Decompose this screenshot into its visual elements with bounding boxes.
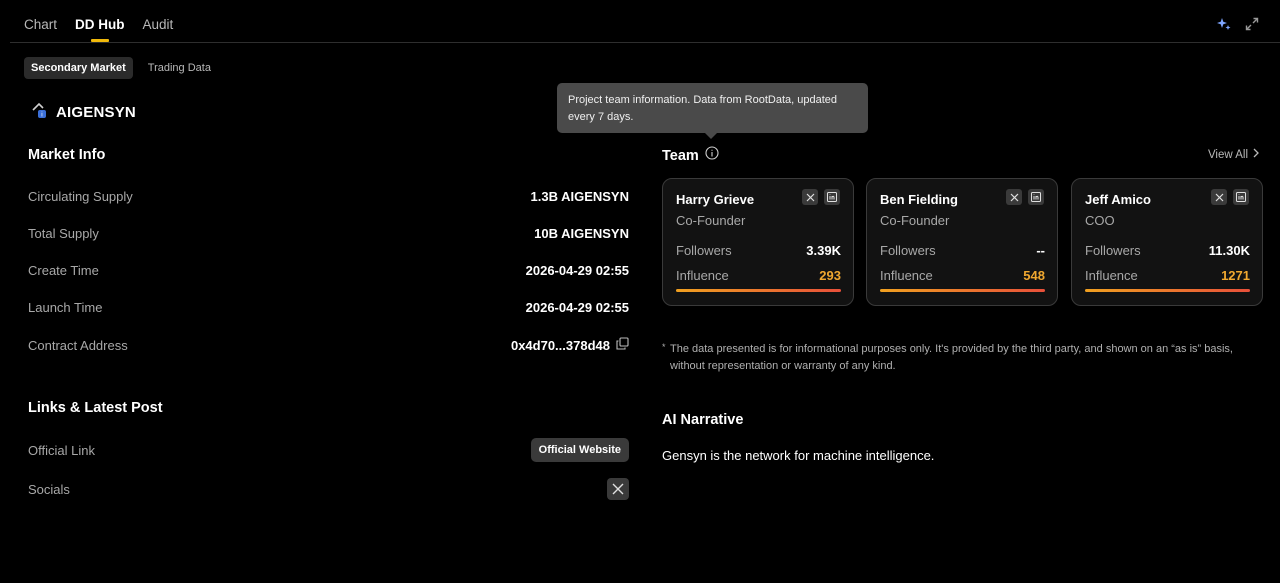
market-info-row: Contract Address 0x4d70...378d48 (28, 337, 629, 353)
member-name: Ben Fielding (880, 192, 958, 207)
row-label: Contract Address (28, 337, 128, 353)
row-value: 1.3B AIGENSYN (530, 189, 630, 204)
influence-value: 548 (1023, 268, 1045, 283)
row-label: Circulating Supply (28, 189, 133, 204)
followers-label: Followers (676, 243, 732, 258)
influence-bar (676, 289, 841, 292)
x-icon[interactable] (1211, 189, 1227, 205)
influence-bar (1085, 289, 1250, 292)
row-label: Launch Time (28, 300, 103, 315)
member-socials (1211, 189, 1249, 205)
followers-stat: Followers 11.30K (1085, 243, 1250, 258)
x-icon (612, 483, 624, 495)
copy-icon[interactable] (616, 337, 629, 353)
followers-stat: Followers 3.39K (676, 243, 841, 258)
tab-audit[interactable]: Audit (143, 17, 174, 32)
row-value: 10B AIGENSYN (534, 226, 629, 241)
disclaimer-text: The data presented is for informational … (670, 343, 1233, 372)
followers-label: Followers (1085, 243, 1141, 258)
x-social-button[interactable] (607, 478, 629, 500)
ai-narrative-title: AI Narrative (662, 412, 744, 428)
x-icon[interactable] (802, 189, 818, 205)
expand-icon[interactable] (1244, 16, 1260, 32)
market-info-title: Market Info (28, 147, 106, 163)
token-name: AIGENSYN (56, 104, 136, 121)
row-value: 2026-04-29 02:55 (525, 263, 629, 278)
member-role: Co-Founder (880, 213, 950, 228)
sub-tabs: Secondary Market Trading Data (24, 57, 218, 79)
socials-row: Socials (28, 477, 629, 501)
influence-label: Influence (676, 268, 729, 283)
tab-chart[interactable]: Chart (24, 17, 57, 32)
linkedin-icon[interactable] (1233, 189, 1249, 205)
followers-value: 3.39K (806, 243, 841, 258)
view-all-label: View All (1207, 148, 1248, 161)
linkedin-icon[interactable] (824, 189, 840, 205)
influence-label: Influence (880, 268, 933, 283)
ai-sparkle-icon[interactable] (1216, 16, 1232, 32)
followers-value: -- (1036, 243, 1045, 258)
token-logo-icon: i (30, 101, 48, 124)
linkedin-icon[interactable] (1028, 189, 1044, 205)
row-label: Create Time (28, 263, 99, 278)
socials-label: Socials (28, 481, 70, 497)
influence-stat: Influence 1271 (1085, 268, 1250, 283)
influence-stat: Influence 548 (880, 268, 1045, 283)
disclaimer-asterisk: * (662, 342, 666, 352)
member-role: Co-Founder (676, 213, 746, 228)
chevron-right-icon (1252, 148, 1260, 161)
market-info-row: Circulating Supply 1.3B AIGENSYN (28, 189, 629, 204)
member-socials (802, 189, 840, 205)
info-icon[interactable] (705, 146, 719, 165)
followers-value: 11.30K (1208, 243, 1250, 258)
token-header: i AIGENSYN (30, 101, 136, 124)
market-info-row: Total Supply 10B AIGENSYN (28, 226, 629, 241)
top-bar: Chart DD Hub Audit (0, 0, 1280, 44)
market-info-row: Create Time 2026-04-29 02:55 (28, 263, 629, 278)
official-website-button[interactable]: Official Website (530, 438, 629, 462)
team-member-card[interactable]: Jeff Amico COO Followers 11.30K Influenc… (1071, 178, 1263, 306)
market-info-row: Launch Time 2026-04-29 02:55 (28, 300, 629, 315)
team-member-card[interactable]: Ben Fielding Co-Founder Followers -- Inf… (866, 178, 1058, 306)
row-label: Total Supply (28, 226, 99, 241)
team-title: Team (662, 147, 699, 164)
tab-dd-hub[interactable]: DD Hub (75, 17, 125, 42)
official-link-row: Official Link Official Website (28, 438, 629, 462)
influence-value: 1271 (1221, 268, 1250, 283)
ai-narrative-text: Gensyn is the network for machine intell… (662, 448, 935, 463)
row-value: 2026-04-29 02:55 (525, 300, 629, 315)
member-role: COO (1085, 213, 1115, 228)
influence-bar (880, 289, 1045, 292)
contract-address-value: 0x4d70...378d48 (511, 337, 629, 353)
influence-value: 293 (819, 268, 841, 283)
x-icon[interactable] (1006, 189, 1022, 205)
view-all-link[interactable]: View All (1208, 148, 1260, 161)
team-header: Team (662, 146, 719, 165)
member-socials (1006, 189, 1044, 205)
top-icons (1216, 16, 1260, 32)
links-title: Links & Latest Post (28, 400, 163, 416)
team-member-card[interactable]: Harry Grieve Co-Founder Followers 3.39K … (662, 178, 854, 306)
followers-stat: Followers -- (880, 243, 1045, 258)
disclaimer: * The data presented is for informationa… (662, 341, 1266, 375)
official-link-label: Official Link (28, 442, 95, 458)
team-info-tooltip: Project team information. Data from Root… (557, 83, 868, 139)
followers-label: Followers (880, 243, 936, 258)
influence-stat: Influence 293 (676, 268, 841, 283)
influence-label: Influence (1085, 268, 1138, 283)
member-name: Harry Grieve (676, 192, 755, 207)
subtab-trading-data[interactable]: Trading Data (141, 57, 218, 79)
subtab-secondary-market[interactable]: Secondary Market (24, 57, 133, 79)
contract-address: 0x4d70...378d48 (510, 337, 610, 353)
main-tabs: Chart DD Hub Audit (24, 17, 174, 42)
member-name: Jeff Amico (1085, 192, 1151, 207)
tab-divider (10, 42, 1280, 43)
